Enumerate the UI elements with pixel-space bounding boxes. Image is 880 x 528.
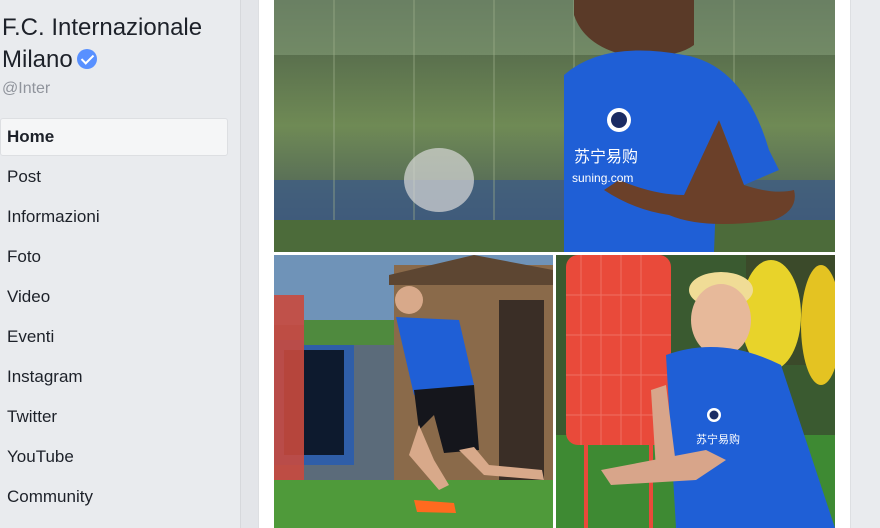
page-title[interactable]: F.C. Internazionale Milano	[2, 12, 232, 76]
nav-item-foto[interactable]: Foto	[0, 238, 228, 276]
running-player-image	[274, 255, 553, 528]
nav-item-instagram[interactable]: Instagram	[0, 358, 228, 396]
player-closeup-image: 苏宁易购	[556, 255, 835, 528]
page-sidebar: F.C. Internazionale Milano @Inter Home P…	[0, 0, 240, 528]
nav-item-video[interactable]: Video	[0, 278, 228, 316]
nav-item-twitter[interactable]: Twitter	[0, 398, 228, 436]
svg-text:苏宁易购: 苏宁易购	[574, 148, 638, 166]
page-nav: Home Post Informazioni Foto Video Eventi…	[0, 118, 228, 518]
post-photo-main[interactable]: 苏宁易购 suning.com	[274, 0, 835, 252]
verified-badge-icon	[76, 49, 97, 69]
facebook-page: F.C. Internazionale Milano @Inter Home P…	[0, 0, 880, 528]
post-photo-left[interactable]	[274, 255, 553, 528]
nav-item-home[interactable]: Home	[0, 118, 228, 156]
nav-item-post[interactable]: Post	[0, 158, 228, 196]
svg-text:suning.com: suning.com	[572, 171, 633, 185]
right-gutter	[852, 0, 880, 528]
post-photo-right[interactable]: 苏宁易购	[556, 255, 835, 528]
post-card: 苏宁易购 suning.com 苏宁易购	[258, 0, 851, 528]
page-handle[interactable]: @Inter	[2, 80, 50, 98]
svg-text:苏宁易购: 苏宁易购	[696, 432, 740, 446]
nav-item-eventi[interactable]: Eventi	[0, 318, 228, 356]
player-photo-image: 苏宁易购 suning.com	[274, 0, 835, 252]
nav-item-community[interactable]: Community	[0, 478, 228, 516]
nav-item-informazioni[interactable]: Informazioni	[0, 198, 228, 236]
nav-item-youtube[interactable]: YouTube	[0, 438, 228, 476]
column-divider	[240, 0, 258, 528]
page-name-text[interactable]: F.C. Internazionale Milano	[2, 14, 202, 73]
